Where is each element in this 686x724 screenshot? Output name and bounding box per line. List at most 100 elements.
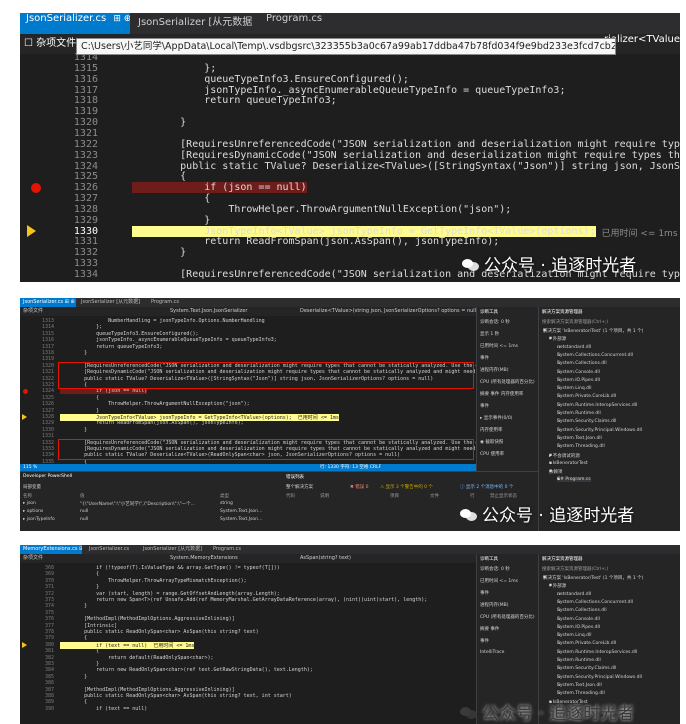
solution-tree-item[interactable]: ▫ System.Private.CoreLib.dll — [557, 394, 616, 399]
solution-tree-item[interactable]: ▪ C# Program.cs — [557, 477, 591, 483]
code-line[interactable]: } — [60, 661, 99, 667]
solution-tree-item[interactable]: ▪ ▸ 不会调试的源 — [549, 453, 580, 459]
tab-jsonserializer-metadata[interactable]: JsonSerializer [从元数据] — [78, 298, 142, 307]
solution-tree-item[interactable]: ▫ System.Threading.dll — [557, 444, 605, 449]
code-line[interactable]: var (start, length) = range.GetOffsetAnd… — [60, 591, 280, 597]
code-line[interactable]: [RequiresUnreferencedCode("JSON serializ… — [132, 139, 680, 150]
solution-tree-item[interactable]: ▪ 解决方案 'IsBenerator/Test' (1 个项目，共 1 个) — [543, 328, 643, 334]
solution-tree-item[interactable]: ▫ System.Security.Principal.Windows.dll — [557, 675, 642, 680]
code-line[interactable]: [MethodImpl(MethodImplOptions.Aggressive… — [60, 687, 235, 693]
breakpoint-icon[interactable] — [23, 388, 28, 394]
code-line[interactable]: } — [60, 674, 87, 680]
project-dropdown[interactable]: 杂项文件 — [23, 307, 43, 316]
messages-filter-button[interactable]: ⓘ 显示 2 个消息中的 0 个 — [460, 484, 513, 490]
tab-memoryextensions-cs[interactable]: MemoryExtensions.cs ⊞ ⊕ ✕ — [20, 545, 82, 554]
code-line[interactable]: if (text == null) — [60, 706, 147, 712]
tab-program-cs[interactable]: Program.cs — [148, 298, 188, 307]
code-line[interactable]: }; — [60, 324, 102, 330]
tab-program-cs[interactable]: Program.cs — [210, 545, 250, 554]
code-line[interactable]: } — [60, 603, 87, 609]
developer-powershell-title[interactable]: Developer PowerShell — [23, 474, 72, 479]
code-line[interactable]: } — [60, 350, 87, 356]
member-dropdown[interactable]: Deserialize<TValue>(string json, JsonSer… — [300, 307, 478, 316]
solution-tree-item[interactable]: ▫ netstandard.dll — [557, 345, 591, 350]
breakpoint-icon[interactable] — [31, 183, 41, 194]
locals-row-name[interactable]: ▸ jsonTypeInfo — [23, 517, 55, 522]
code-line[interactable]: } — [60, 427, 87, 433]
diagnostic-tools-title[interactable]: 诊断工具 — [480, 556, 498, 562]
code-line[interactable]: [RequiresDynamicCode("JSON serialization… — [132, 150, 680, 161]
code-line[interactable]: NumberHandling = jsonTypeInfo.Options.Nu… — [60, 318, 265, 324]
code-line[interactable]: { — [60, 635, 87, 641]
code-line[interactable]: queueTypeInfo3.EnsureConfigured(); — [60, 331, 198, 337]
errors-filter-button[interactable]: ✖ 错误 0 — [350, 484, 369, 490]
tab-jsonserializer-cs[interactable]: JsonSerializer.cs ⊞ ⊕ ✕ — [20, 13, 130, 34]
project-dropdown[interactable]: ☐ 杂项文件 — [24, 34, 76, 54]
code-line[interactable]: [Intrinsic] — [60, 623, 117, 629]
solution-tree-item[interactable]: ▫ System.Linq.dll — [557, 386, 591, 391]
project-dropdown[interactable]: 杂项文件 — [23, 554, 43, 563]
solution-tree-item[interactable]: ▫ System.Collections.dll — [557, 361, 607, 366]
type-dropdown[interactable]: System.Text.Json.JsonSerializer — [170, 307, 247, 316]
tab-jsonserializer-metadata[interactable]: JsonSerializer [从元数据] ⊞ — [132, 13, 252, 34]
tab-pin-close-icons[interactable]: ⊞ ⊕ ✕ — [113, 14, 130, 24]
solution-tree-item[interactable]: ▫ System.Collections.Concurrent.dll — [557, 353, 633, 358]
error-scope-dropdown[interactable]: 整个解决方案 — [286, 484, 313, 490]
diagnostic-tools-title[interactable]: 诊断工具 — [480, 309, 498, 315]
solution-tree-item[interactable]: ▫ System.Security.Principal.Windows.dll — [557, 428, 642, 433]
solution-tree-item[interactable]: ▫ System.Runtime.dll — [557, 658, 601, 663]
code-line[interactable]: { — [132, 193, 210, 204]
code-line[interactable]: { — [60, 648, 99, 654]
code-line[interactable]: } — [132, 117, 186, 128]
solution-explorer-title[interactable]: 解决方案资源管理器 — [542, 556, 583, 562]
tab-jsonserializer-cs[interactable]: JsonSerializer.cs ⊞ ⊕ ✕ — [20, 298, 76, 307]
code-line[interactable]: { — [132, 171, 186, 182]
solution-tree-item[interactable]: ▫ System.Collections.Concurrent.dll — [557, 600, 633, 605]
code-line[interactable]: if (json == null) — [132, 182, 307, 194]
solution-tree-item[interactable]: ▫ System.Runtime.InteropServices.dll — [557, 650, 637, 655]
code-line[interactable]: ThrowHelper.ThrowArgumentNullException("… — [60, 401, 250, 407]
code-line[interactable]: JsonTypeInfo<TValue> jsonTypeInfo = GetT… — [132, 225, 596, 237]
code-line[interactable]: queueTypeInfo3.EnsureConfigured(); — [132, 74, 409, 85]
code-line[interactable]: return new Span<T>(ref Unsafe.Add(ref Me… — [60, 597, 427, 603]
code-line[interactable]: { — [60, 699, 87, 705]
code-line[interactable]: } — [132, 215, 210, 226]
warnings-filter-button[interactable]: ⚠ 显示 3 个警告中的 0 个 — [380, 484, 433, 490]
code-line[interactable]: return queueTypeInfo3; — [132, 95, 336, 106]
solution-tree-item[interactable]: ▫ System.Collections.dll — [557, 608, 607, 613]
solution-explorer-title[interactable]: 解决方案资源管理器 — [542, 309, 583, 315]
solution-tree-item[interactable]: ▫ System.IO.Pipes.dll — [557, 378, 600, 383]
tab-jsonserializer-metadata[interactable]: JsonSerializer [从元数据] — [140, 545, 204, 554]
code-line[interactable]: jsonTypeInfo._asyncEnumerableQueueTypeIn… — [132, 85, 565, 96]
code-line[interactable]: public static TValue? Deserialize<TValue… — [132, 161, 680, 172]
solution-tree-item[interactable]: ▪ ▾ IsBeneratorTest — [549, 461, 588, 466]
code-editor[interactable]: }; queueTypeInfo3.EnsureConfigured(); js… — [132, 54, 680, 282]
tab-jsonserializer-cs[interactable]: JsonSerializer.cs — [86, 545, 136, 554]
solution-tree-item[interactable]: ▫ System.Console.dll — [557, 617, 600, 622]
code-line[interactable]: return new ReadOnlySpan<char>(ref text.G… — [60, 667, 313, 673]
solution-tree-item[interactable]: ▫ System.IO.Pipes.dll — [557, 625, 600, 630]
locals-title[interactable]: 局部变量 — [23, 484, 41, 490]
code-line[interactable]: return ReadFromSpan(json.AsSpan(), jsonT… — [60, 420, 244, 426]
solution-tree-item[interactable]: ▪ ▾ 外部源 — [549, 583, 566, 589]
editor-gutter[interactable]: 1314 1315 1316 1317 1318 1319 1320 1321 1322 1323… — [20, 52, 132, 282]
code-line[interactable]: { — [60, 395, 99, 401]
zoom-level[interactable]: 115 % — [23, 464, 37, 471]
solution-tree-item[interactable]: ▫ System.Console.dll — [557, 370, 600, 375]
solution-tree-item[interactable]: ▫ System.Threading.dll — [557, 691, 605, 696]
solution-tree-item[interactable]: ▪ 解决方案 'IsBenerator/Test' (1 个项目，共 1 个) — [543, 575, 643, 581]
code-editor[interactable]: 368 if (!typeof(T).IsValueType && array.… — [20, 563, 476, 724]
code-line[interactable]: public static ReadOnlySpan<char> AsSpan(… — [60, 629, 259, 635]
member-dropdown[interactable]: AsSpan(string? text) — [300, 554, 351, 563]
code-line[interactable]: return ReadFromSpan(json.AsSpan(), jsonT… — [132, 236, 499, 247]
locals-row-name[interactable]: ▸ options — [23, 509, 43, 514]
code-line[interactable]: if (!typeof(T).IsValueType && array.GetT… — [60, 565, 280, 571]
code-line[interactable]: return default(ReadOnlySpan<char>); — [60, 655, 213, 661]
code-line[interactable]: return queueTypeInfo3; — [60, 344, 162, 350]
code-line[interactable]: ThrowHelper.ThrowArrayTypeMismatchExcept… — [60, 578, 246, 584]
solution-tree-item[interactable]: ▫ System.Text.Json.dll — [557, 436, 602, 441]
code-line[interactable]: [MethodImpl(MethodImplOptions.Aggressive… — [60, 616, 235, 622]
code-editor[interactable]: 1313 NumberHandling = jsonTypeInfo.Optio… — [20, 316, 476, 464]
solution-tree-item[interactable]: ▫ System.Runtime.dll — [557, 411, 601, 416]
solution-tree-item[interactable]: ▫ System.Text.Json.dll — [557, 683, 602, 688]
